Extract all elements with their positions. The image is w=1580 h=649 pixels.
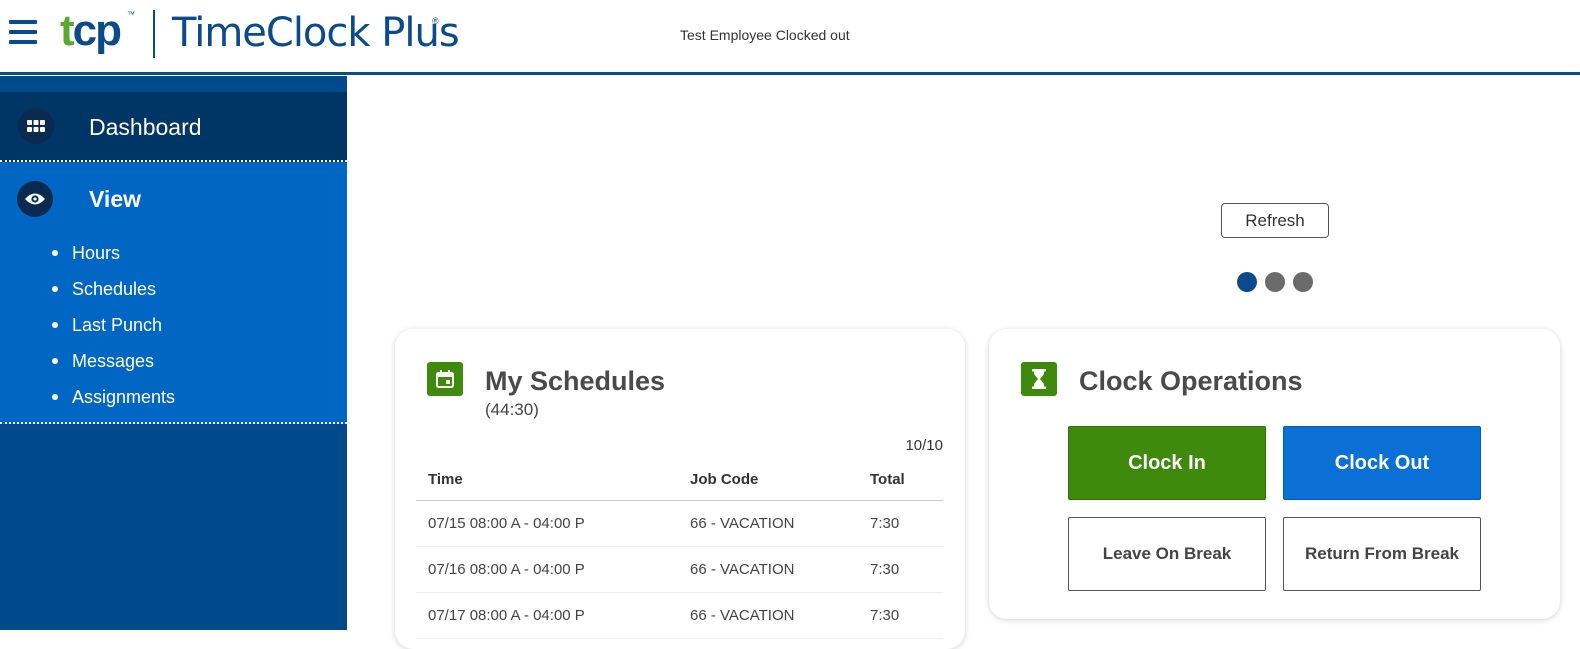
view-submenu: Hours Schedules Last Punch Messages Assi… bbox=[52, 242, 175, 422]
return-from-break-button[interactable]: Return From Break bbox=[1283, 517, 1481, 591]
column-header-job-code: Job Code bbox=[678, 460, 858, 501]
submenu-item-schedules[interactable]: Schedules bbox=[52, 278, 175, 314]
clock-out-button[interactable]: Clock Out bbox=[1283, 426, 1481, 500]
pager-count: 10/10 bbox=[905, 437, 943, 454]
table-row: 07/15 08:00 A - 04:00 P 66 - VACATION 7:… bbox=[416, 500, 943, 547]
my-schedules-card: My Schedules (44:30) 10/10 Time Job Code… bbox=[395, 329, 965, 649]
total-hours: (44:30) bbox=[485, 400, 539, 419]
sidebar-item-label: Dashboard bbox=[89, 114, 202, 140]
cell-total: 7:30 bbox=[858, 500, 943, 547]
column-header-time: Time bbox=[416, 460, 678, 501]
table-row: 07/16 08:00 A - 04:00 P 66 - VACATION 7:… bbox=[416, 546, 943, 593]
app-title: TimeClock Plus bbox=[172, 10, 460, 56]
leave-on-break-button[interactable]: Leave On Break bbox=[1068, 517, 1266, 591]
sidebar-item-view[interactable]: View Hours Schedules Last Punch Messages… bbox=[0, 162, 347, 424]
eye-icon bbox=[17, 181, 53, 217]
cell-time: 07/16 08:00 A - 04:00 P bbox=[416, 546, 678, 593]
schedules-table: Time Job Code Total 07/15 08:00 A - 04:0… bbox=[416, 460, 943, 639]
table-row: 07/17 08:00 A - 04:00 P 66 - VACATION 7:… bbox=[416, 592, 943, 639]
cell-total: 7:30 bbox=[858, 546, 943, 593]
cell-time: 07/17 08:00 A - 04:00 P bbox=[416, 592, 678, 639]
table-header-row: Time Job Code Total bbox=[416, 460, 943, 501]
cell-job-code: 66 - VACATION bbox=[678, 592, 858, 639]
cell-job-code: 66 - VACATION bbox=[678, 546, 858, 593]
card-title: Clock Operations bbox=[1079, 366, 1303, 396]
submenu-item-messages[interactable]: Messages bbox=[52, 350, 175, 386]
main-content: Refresh My Schedules (44:30) 10/10 Time … bbox=[347, 78, 1580, 649]
tcp-logo: tcp bbox=[60, 6, 122, 55]
menu-icon[interactable] bbox=[9, 20, 37, 44]
card-title: My Schedules bbox=[485, 366, 666, 396]
carousel-indicators bbox=[1237, 272, 1313, 292]
cell-job-code: 66 - VACATION bbox=[678, 500, 858, 547]
refresh-button[interactable]: Refresh bbox=[1221, 203, 1329, 238]
column-header-total: Total bbox=[858, 460, 943, 501]
submenu-item-hours[interactable]: Hours bbox=[52, 242, 175, 278]
carousel-dot[interactable] bbox=[1237, 272, 1257, 292]
logo-divider bbox=[153, 10, 155, 58]
clock-operations-card: Clock Operations Clock In Clock Out Leav… bbox=[989, 329, 1560, 619]
carousel-dot[interactable] bbox=[1293, 272, 1313, 292]
top-header: tcp ™ TimeClock Plus ® Test Employee Clo… bbox=[0, 0, 1580, 75]
hourglass-icon bbox=[1021, 362, 1057, 396]
calendar-icon bbox=[427, 362, 463, 396]
sidebar: Dashboard View Hours Schedules Last Punc… bbox=[0, 76, 347, 630]
cell-total: 7:30 bbox=[858, 592, 943, 639]
logo-registered-mark: ® bbox=[432, 16, 439, 26]
clock-status-text: Test Employee Clocked out bbox=[680, 27, 850, 43]
submenu-item-last-punch[interactable]: Last Punch bbox=[52, 314, 175, 350]
carousel-dot[interactable] bbox=[1265, 272, 1285, 292]
sidebar-item-label: View bbox=[89, 186, 141, 212]
sidebar-item-dashboard[interactable]: Dashboard bbox=[0, 92, 347, 162]
clock-in-button[interactable]: Clock In bbox=[1068, 426, 1266, 500]
grid-icon bbox=[18, 108, 54, 144]
submenu-item-assignments[interactable]: Assignments bbox=[52, 386, 175, 422]
cell-time: 07/15 08:00 A - 04:00 P bbox=[416, 500, 678, 547]
logo-trademark: ™ bbox=[127, 10, 135, 19]
